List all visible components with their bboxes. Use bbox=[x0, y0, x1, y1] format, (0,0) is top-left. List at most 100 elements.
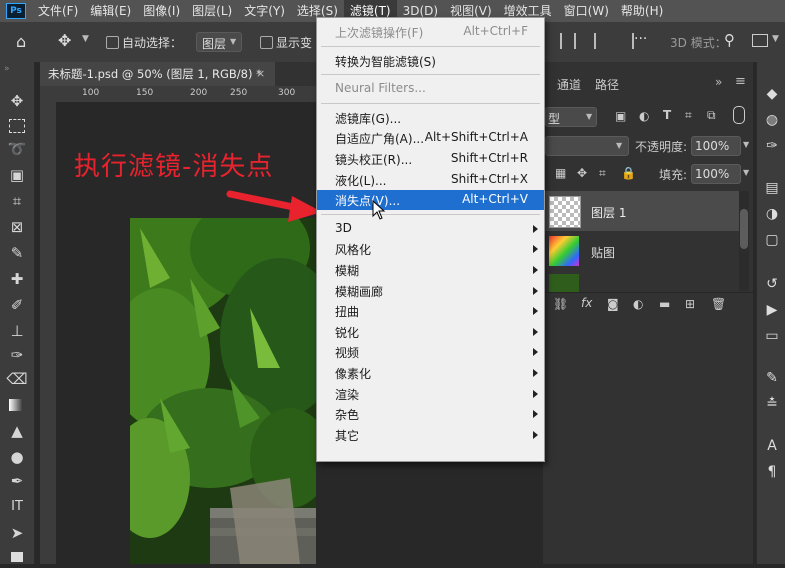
dodge-tool-icon[interactable]: ● bbox=[6, 446, 28, 468]
properties-panel-icon[interactable]: ▤ bbox=[762, 178, 782, 198]
search-icon[interactable]: ⚲ bbox=[724, 31, 735, 49]
eraser-tool-icon[interactable]: ⌫ bbox=[6, 368, 28, 390]
filter-menu-item[interactable]: 锐化 bbox=[317, 322, 544, 342]
panel-menu-icon[interactable]: ≡ bbox=[735, 74, 746, 89]
history-panel-icon[interactable]: ↺ bbox=[762, 274, 782, 294]
filter-menu-item[interactable]: 视频 bbox=[317, 342, 544, 362]
filter-menu-item[interactable]: 镜头校正(R)... Shift+Ctrl+R bbox=[317, 149, 544, 169]
adjustment-filter-icon[interactable]: ◐ bbox=[639, 109, 649, 123]
stamp-tool-icon[interactable]: ⊥ bbox=[6, 320, 28, 342]
collapse-icon[interactable]: » bbox=[4, 64, 10, 74]
jungle-photo-image[interactable] bbox=[130, 218, 316, 564]
smart-object-filter-icon[interactable]: ⧉ bbox=[707, 108, 716, 123]
image-filter-icon[interactable]: ▣ bbox=[615, 109, 626, 123]
history-brush-tool-icon[interactable]: ✑ bbox=[6, 344, 28, 366]
filter-menu-item[interactable]: 像素化 bbox=[317, 363, 544, 383]
brushes-panel-icon[interactable]: ✎ bbox=[762, 368, 782, 388]
menu-item[interactable]: 编辑(E) bbox=[84, 0, 137, 22]
eyedropper-tool-icon[interactable]: ✎ bbox=[6, 242, 28, 264]
home-icon[interactable]: ⌂ bbox=[16, 32, 36, 52]
menu-item[interactable]: 文字(Y) bbox=[238, 0, 291, 22]
layers-scrollbar[interactable] bbox=[739, 191, 749, 291]
actions-panel-icon[interactable]: ▶ bbox=[762, 300, 782, 320]
close-icon[interactable]: × bbox=[256, 62, 265, 86]
gradient-tool-icon[interactable] bbox=[6, 394, 28, 416]
menu-item[interactable]: 帮助(H) bbox=[615, 0, 669, 22]
filter-menu-item[interactable]: 自适应广角(A)... Alt+Shift+Ctrl+A bbox=[317, 128, 544, 148]
align-right-icon[interactable] bbox=[622, 33, 634, 49]
brush-tool-icon[interactable]: ✐ bbox=[6, 294, 28, 316]
brush-settings-panel-icon[interactable]: ≛ bbox=[762, 394, 782, 414]
lasso-tool-icon[interactable]: ➰ bbox=[6, 138, 28, 160]
pen-tool-icon[interactable]: ✒ bbox=[6, 470, 28, 492]
filter-menu-item[interactable]: 扭曲 bbox=[317, 301, 544, 321]
workspace-icon[interactable] bbox=[752, 34, 768, 47]
filter-menu-item[interactable]: 风格化 bbox=[317, 239, 544, 259]
layer-row-selected[interactable]: 图层 1 bbox=[543, 191, 739, 231]
opacity-field[interactable]: 100% bbox=[691, 136, 741, 156]
blur-tool-icon[interactable]: ▲ bbox=[6, 420, 28, 442]
paragraph-panel-icon[interactable]: ¶ bbox=[762, 462, 782, 482]
filter-menu-item[interactable]: 液化(L)... Shift+Ctrl+X bbox=[317, 170, 544, 190]
distribute-icon[interactable] bbox=[594, 33, 596, 49]
chevron-down-icon[interactable]: ▼ bbox=[82, 34, 89, 44]
auto-select-checkbox[interactable] bbox=[106, 36, 119, 49]
lock-position-icon[interactable]: ✥ bbox=[577, 166, 587, 180]
move-tool-icon[interactable]: ✥ bbox=[6, 90, 28, 112]
filter-menu-item[interactable]: 模糊画廊 bbox=[317, 281, 544, 301]
frame-tool-icon[interactable]: ⊠ bbox=[6, 216, 28, 238]
tab-paths[interactable]: 路径 bbox=[595, 76, 619, 93]
lock-artboard-icon[interactable]: ⌗ bbox=[599, 166, 606, 181]
filter-menu-item[interactable]: 上次滤镜操作(F) Alt+Ctrl+F bbox=[317, 22, 544, 42]
filter-menu-item[interactable]: 渲染 bbox=[317, 384, 544, 404]
menu-item[interactable]: 图层(L) bbox=[186, 0, 238, 22]
type-filter-icon[interactable]: T bbox=[663, 108, 671, 122]
chevron-down-icon[interactable]: ▼ bbox=[743, 168, 749, 177]
filter-menu-item[interactable]: 模糊 bbox=[317, 260, 544, 280]
layer-row[interactable]: 贴图 bbox=[543, 232, 739, 270]
delete-layer-icon[interactable]: 🗑 bbox=[711, 297, 726, 311]
filter-menu-item[interactable]: 杂色 bbox=[317, 404, 544, 424]
adjustments-panel-icon[interactable]: ◑ bbox=[762, 204, 782, 224]
chevron-down-icon[interactable]: ▼ bbox=[772, 34, 779, 44]
menu-item[interactable]: 窗口(W) bbox=[558, 0, 615, 22]
new-layer-icon[interactable]: ⊞ bbox=[685, 297, 695, 311]
move-tool-icon[interactable]: ✥ bbox=[58, 31, 71, 50]
chevron-down-icon[interactable]: ▼ bbox=[743, 140, 749, 149]
path-select-tool-icon[interactable]: ➤ bbox=[6, 522, 28, 544]
more-options-icon[interactable]: ··· bbox=[634, 31, 647, 47]
filter-menu-item[interactable]: Neural Filters... bbox=[317, 79, 544, 99]
align-icon[interactable] bbox=[560, 33, 576, 49]
channels-panel-icon[interactable]: ◍ bbox=[762, 110, 782, 130]
marquee-tool-icon[interactable] bbox=[6, 114, 28, 136]
crop-tool-icon[interactable]: ⌗ bbox=[6, 190, 28, 212]
filter-menu-item[interactable]: 其它 bbox=[317, 425, 544, 445]
new-group-icon[interactable]: ▬ bbox=[659, 297, 670, 311]
document-tab[interactable]: 未标题-1.psd @ 50% (图层 1, RGB/8) * × bbox=[40, 62, 275, 86]
expand-panel-icon[interactable]: » bbox=[715, 75, 722, 89]
object-select-tool-icon[interactable]: ▣ bbox=[6, 164, 28, 186]
menu-item[interactable]: 图像(I) bbox=[137, 0, 186, 22]
rectangle-tool-icon[interactable] bbox=[6, 546, 28, 568]
filter-menu-item[interactable]: 转换为智能滤镜(S) bbox=[317, 51, 544, 71]
healing-brush-tool-icon[interactable]: ✚ bbox=[6, 268, 28, 290]
add-mask-icon[interactable]: ◙ bbox=[607, 297, 619, 311]
filter-menu-item[interactable]: 滤镜库(G)... bbox=[317, 108, 544, 128]
type-tool-icon[interactable]: IT bbox=[6, 496, 28, 518]
layer-row[interactable] bbox=[543, 272, 739, 292]
fx-icon[interactable]: fx bbox=[581, 296, 592, 310]
filter-menu-item[interactable]: 3D bbox=[317, 219, 544, 239]
tab-channels[interactable]: 通道 bbox=[557, 76, 581, 93]
lock-pixels-icon[interactable]: ▦ bbox=[555, 166, 566, 180]
lock-all-icon[interactable]: 🔒 bbox=[621, 166, 636, 180]
layer-kind-filter[interactable]: 型 ▼ bbox=[545, 107, 597, 127]
paths-panel-icon[interactable]: ✑ bbox=[762, 136, 782, 156]
fill-field[interactable]: 100% bbox=[691, 164, 741, 184]
layers-panel-icon[interactable]: ◆ bbox=[762, 84, 782, 104]
shape-filter-icon[interactable]: ⌗ bbox=[685, 108, 692, 123]
libraries-panel-icon[interactable]: ▢ bbox=[762, 230, 782, 250]
blend-mode-dropdown[interactable]: ▼ bbox=[545, 136, 629, 156]
adjustment-layer-icon[interactable]: ◐ bbox=[633, 297, 643, 311]
menu-item[interactable]: 文件(F) bbox=[32, 0, 84, 22]
filter-toggle-icon[interactable] bbox=[733, 106, 745, 124]
